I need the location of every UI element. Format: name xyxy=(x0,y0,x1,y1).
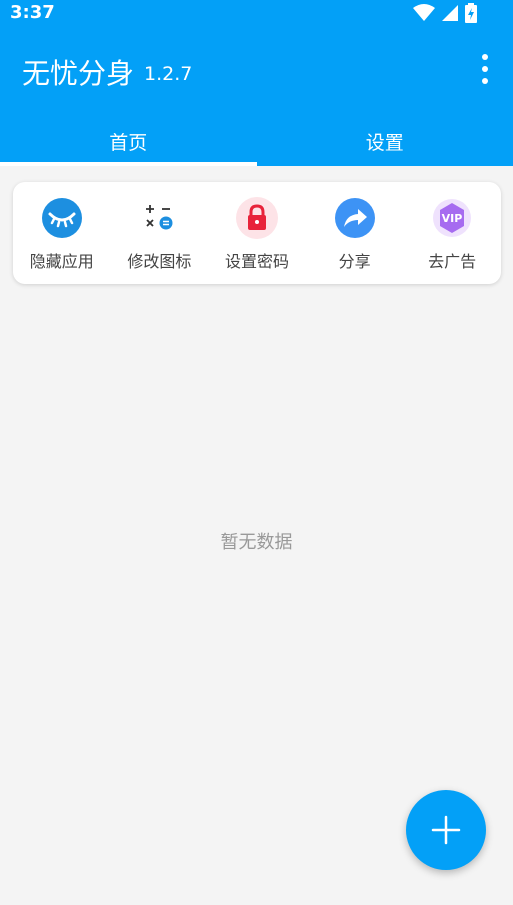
app-title: 无忧分身 xyxy=(22,57,135,90)
set-password-button[interactable]: 设置密码 xyxy=(208,182,306,284)
battery-icon xyxy=(465,3,477,23)
more-dot xyxy=(482,66,488,72)
add-button[interactable] xyxy=(406,790,486,870)
wifi-icon xyxy=(413,4,435,21)
quick-actions-card: 隐藏应用 修改图标 设置密码 分享 VIP 去广告 xyxy=(13,182,501,284)
lock-icon xyxy=(235,197,278,239)
status-bar: 3:37 xyxy=(0,0,513,26)
change-icon-label: 修改图标 xyxy=(127,252,192,271)
share-button[interactable]: 分享 xyxy=(306,182,404,284)
hide-apps-label: 隐藏应用 xyxy=(29,252,94,271)
more-dot xyxy=(482,78,488,84)
vip-icon: VIP xyxy=(431,197,473,239)
tab-home[interactable]: 首页 xyxy=(0,116,257,166)
hide-apps-button[interactable]: 隐藏应用 xyxy=(13,182,111,284)
app-version: 1.2.7 xyxy=(144,63,193,85)
status-time: 3:37 xyxy=(10,2,55,23)
tab-settings[interactable]: 设置 xyxy=(257,116,513,166)
more-vertical-icon xyxy=(482,54,488,60)
empty-state-text: 暂无数据 xyxy=(220,532,293,553)
remove-ads-button[interactable]: VIP 去广告 xyxy=(403,182,501,284)
tab-bar: 首页 设置 xyxy=(0,116,513,166)
share-icon xyxy=(334,197,376,239)
set-password-label: 设置密码 xyxy=(224,252,289,271)
app-bar: 无忧分身 1.2.7 xyxy=(0,26,513,116)
share-label: 分享 xyxy=(338,252,371,271)
change-icon-button[interactable]: 修改图标 xyxy=(111,182,209,284)
calculator-icon xyxy=(138,197,180,239)
remove-ads-label: 去广告 xyxy=(428,252,477,271)
status-icons xyxy=(413,3,477,23)
svg-text:VIP: VIP xyxy=(442,212,463,225)
eye-closed-icon xyxy=(41,197,83,239)
signal-icon xyxy=(442,5,458,21)
more-menu-button[interactable] xyxy=(477,54,493,84)
plus-icon xyxy=(431,815,461,845)
